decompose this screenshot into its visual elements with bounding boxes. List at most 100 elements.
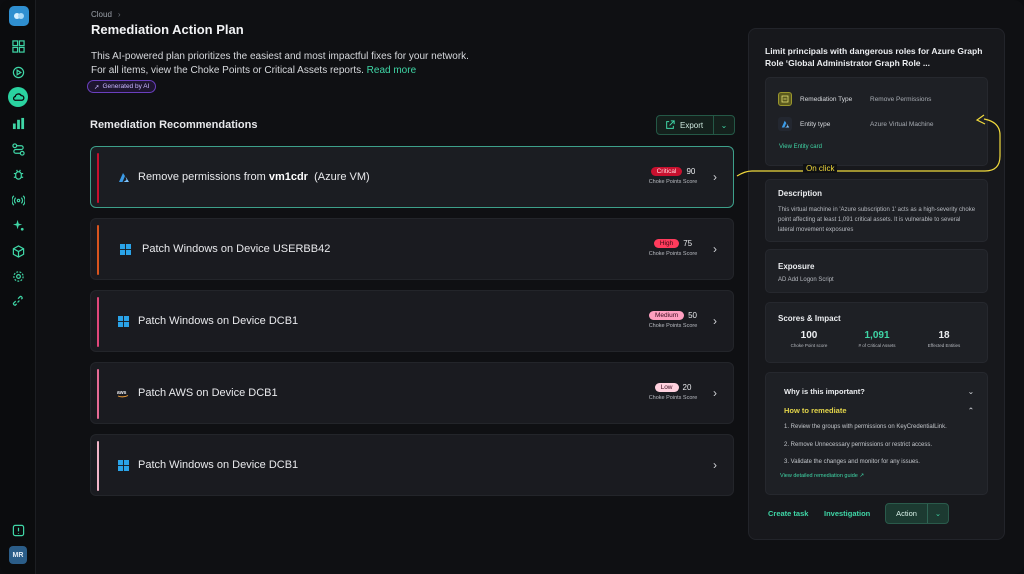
chevron-up-icon: ⌃: [967, 406, 974, 415]
ai-generated-badge: ➚ Generated by AI: [87, 80, 157, 93]
severity-badge: Medium: [648, 311, 685, 320]
remediation-guide-link[interactable]: View detailed remediation guide ↗: [780, 473, 864, 479]
section-title: Remediation Recommendations: [90, 119, 258, 131]
how-to-remediate-title: How to remediate: [784, 406, 847, 415]
severity-badge: High: [653, 239, 680, 248]
chevron-down-icon: ⌄: [967, 387, 974, 396]
read-more-link[interactable]: Read more: [367, 65, 416, 76]
rocket-icon: ➚: [94, 83, 100, 91]
score-block: Critical 90 Choke Points Score: [643, 167, 703, 185]
severity-stripe: [97, 153, 99, 203]
remediation-type-value: Remove Permissions: [870, 95, 932, 103]
chevron-right-icon[interactable]: ›: [713, 170, 717, 184]
card-title: Patch Windows on Device DCB1: [138, 315, 299, 327]
remediation-step: 3. Validate the changes and monitor for …: [784, 459, 920, 465]
sidebar-play-icon[interactable]: [8, 62, 28, 82]
why-important-toggle[interactable]: Why is this important? ⌄: [784, 387, 974, 396]
chevron-right-icon[interactable]: ›: [713, 314, 717, 328]
severity-stripe: [97, 369, 99, 419]
on-click-annotation: On click: [803, 164, 838, 173]
score-block: High 75 Choke Points Score: [643, 239, 703, 257]
recommendation-card[interactable]: aws Patch AWS on Device DCB1 Low 20 Chok…: [90, 362, 734, 424]
sidebar-chart-icon[interactable]: [8, 113, 28, 133]
sidebar: MR: [0, 0, 36, 574]
details-panel: Limit principals with dangerous roles fo…: [748, 28, 1005, 540]
investigation-link[interactable]: Investigation: [824, 509, 870, 518]
windows-icon: [119, 243, 132, 256]
export-dropdown-chevron-icon[interactable]: ⌄: [714, 121, 734, 130]
sidebar-cube-icon[interactable]: [8, 241, 28, 261]
windows-icon: [117, 315, 130, 328]
recommendation-card[interactable]: Patch Windows on Device USERBB42 High 75…: [90, 218, 734, 280]
export-button[interactable]: Export ⌄: [656, 115, 735, 135]
recommendation-card[interactable]: Patch Windows on Device DCB1 Medium 50 C…: [90, 290, 734, 352]
stat-effected-entities: 18 Effected Entities: [927, 330, 961, 348]
chevron-right-icon[interactable]: ›: [713, 386, 717, 400]
severity-stripe: [97, 441, 99, 491]
why-important-title: Why is this important?: [784, 387, 865, 396]
sidebar-cloud-icon[interactable]: [8, 87, 28, 107]
action-main[interactable]: Action: [886, 504, 928, 523]
stat-critical-assets: 1,091 # of Critical Assets: [858, 330, 896, 348]
page-title: Remediation Action Plan: [91, 22, 244, 37]
severity-stripe: [97, 225, 99, 275]
chevron-right-icon[interactable]: ›: [713, 242, 717, 256]
main-content: Cloud › Remediation Action Plan This AI-p…: [36, 0, 750, 574]
score-block: Medium 50 Choke Points Score: [643, 311, 703, 329]
score-value: 90: [686, 167, 696, 176]
card-title: Patch Windows on Device USERBB42: [142, 243, 331, 255]
breadcrumb: Cloud ›: [91, 10, 121, 19]
score-value: 50: [688, 311, 698, 320]
ai-badge-label: Generated by AI: [102, 83, 150, 90]
severity-badge: Low: [654, 383, 679, 392]
remediation-step: 2. Remove Unnecessary permissions or res…: [784, 442, 933, 448]
description-text: This virtual machine in 'Azure subscript…: [778, 207, 976, 233]
remediation-step: 1. Review the groups with permissions on…: [784, 424, 947, 430]
description-box: Description This virtual machine in 'Azu…: [765, 179, 988, 242]
export-main[interactable]: Export: [657, 116, 714, 134]
breadcrumb-cloud[interactable]: Cloud: [91, 10, 112, 19]
sidebar-bug-icon[interactable]: [8, 164, 28, 184]
azure-icon: [778, 117, 792, 131]
sidebar-help-icon[interactable]: [8, 520, 28, 540]
severity-stripe: [97, 297, 99, 347]
remediation-type-row: Remediation Type Remove Permissions: [778, 92, 931, 106]
card-entity-name: vm1cdr: [268, 171, 308, 183]
remediation-info-box: Remediation Type Remove Permissions Enti…: [765, 77, 988, 166]
export-icon: [666, 120, 675, 129]
chevron-right-icon[interactable]: ›: [713, 458, 717, 472]
score-label: Choke Points Score: [648, 395, 698, 401]
score-value: 75: [683, 239, 693, 248]
recommendation-card[interactable]: Remove permissions from vm1cdr (Azure VM…: [90, 146, 734, 208]
external-link-icon: ↗: [859, 473, 865, 479]
description-line-2: For all items, view the Choke Points or …: [91, 65, 364, 76]
recommendation-card[interactable]: Patch Windows on Device DCB1 ›: [90, 434, 734, 496]
remediation-guide-box: Why is this important? ⌄ How to remediat…: [765, 372, 988, 495]
entity-type-label: Entity type: [800, 120, 831, 128]
remediation-type-icon: [778, 92, 792, 106]
sidebar-route-icon[interactable]: [8, 139, 28, 159]
card-title: Remove permissions from vm1cdr (Azure VM…: [138, 171, 370, 183]
view-entity-card-link[interactable]: View Entity card: [779, 144, 822, 150]
breadcrumb-separator: ›: [117, 10, 121, 19]
app-frame: MR Cloud › Remediation Action Plan This A…: [0, 0, 1024, 574]
create-task-link[interactable]: Create task: [768, 509, 808, 518]
score-value: 20: [682, 383, 692, 392]
scores-impact-box: Scores & Impact 100 Choke Point score 1,…: [765, 302, 988, 363]
score-block: Low 20 Choke Points Score: [643, 383, 703, 401]
sidebar-dashboard-icon[interactable]: [8, 36, 28, 56]
exposure-text: AD Add Logon Script: [778, 277, 834, 283]
how-to-remediate-toggle[interactable]: How to remediate ⌃: [784, 406, 974, 415]
app-logo[interactable]: [9, 6, 29, 26]
sidebar-sparkle-icon[interactable]: [8, 215, 28, 235]
action-dropdown-chevron-icon[interactable]: ⌄: [928, 509, 948, 518]
description-title: Description: [778, 189, 823, 198]
sidebar-settings-icon[interactable]: [8, 266, 28, 286]
score-label: Choke Points Score: [648, 251, 698, 257]
sidebar-broadcast-icon[interactable]: [8, 190, 28, 210]
user-avatar[interactable]: MR: [9, 546, 27, 564]
sidebar-link-icon[interactable]: [8, 291, 28, 311]
action-button[interactable]: Action ⌄: [885, 503, 949, 524]
svg-text:aws: aws: [117, 390, 127, 396]
entity-type-row: Entity type Azure Virtual Machine: [778, 117, 933, 131]
